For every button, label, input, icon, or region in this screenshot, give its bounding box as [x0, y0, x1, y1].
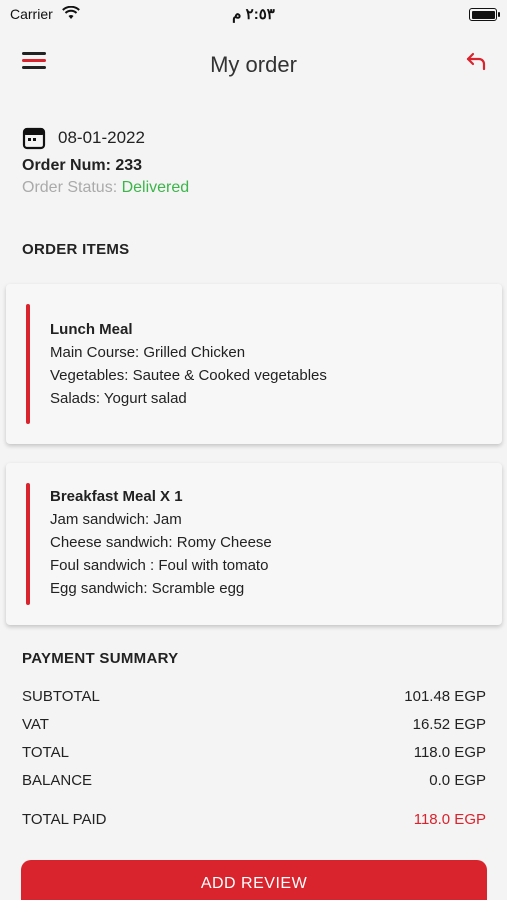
battery-icon [469, 8, 500, 21]
order-items-title: ORDER ITEMS [22, 241, 130, 258]
total-paid-value: 118.0 EGP [413, 811, 486, 828]
item-line: Salads: Yogurt salad [50, 390, 187, 407]
add-review-button[interactable]: ADD REVIEW [21, 860, 487, 900]
item-line: Foul sandwich : Foul with tomato [50, 557, 269, 574]
payment-value: 16.52 EGP [412, 716, 486, 733]
item-line: Jam sandwich: Jam [50, 511, 182, 528]
payment-label: TOTAL [22, 744, 69, 761]
item-accent-bar [26, 483, 30, 605]
item-line: Vegetables: Sautee & Cooked vegetables [50, 367, 327, 384]
item-content: Lunch Meal Main Course: Grilled Chicken … [50, 318, 327, 410]
payment-label: VAT [22, 716, 49, 733]
nav-bar: My order [0, 40, 507, 90]
status-bar: Carrier ٢:٥٣ م [0, 0, 507, 30]
payment-row-total: TOTAL 118.0 EGP [22, 744, 486, 761]
calendar-icon [22, 127, 46, 150]
payment-value: 0.0 EGP [429, 772, 486, 789]
page-title: My order [210, 52, 297, 77]
item-line: Main Course: Grilled Chicken [50, 344, 246, 361]
payment-row-total-paid: TOTAL PAID 118.0 EGP [22, 811, 486, 828]
payment-row-vat: VAT 16.52 EGP [22, 716, 486, 733]
payment-label: SUBTOTAL [22, 688, 100, 705]
order-date-row: 08-01-2022 [22, 125, 482, 151]
total-paid-label: TOTAL PAID [22, 811, 107, 828]
item-accent-bar [26, 304, 30, 424]
order-item-card: Lunch Meal Main Course: Grilled Chicken … [6, 284, 502, 444]
item-line: Egg sandwich: Scramble egg [50, 580, 245, 597]
order-status-value: Delivered [121, 179, 190, 196]
order-item-card: Breakfast Meal X 1 Jam sandwich: Jam Che… [6, 463, 502, 625]
item-name: Lunch Meal [50, 321, 133, 338]
payment-value: 101.48 EGP [404, 688, 486, 705]
item-content: Breakfast Meal X 1 Jam sandwich: Jam Che… [50, 485, 272, 600]
item-line: Cheese sandwich: Romy Cheese [50, 534, 272, 551]
payment-value: 118.0 EGP [413, 744, 486, 761]
status-time: ٢:٥٣ م [232, 6, 275, 23]
payment-row-balance: BALANCE 0.0 EGP [22, 772, 486, 789]
order-date: 08-01-2022 [58, 128, 145, 147]
payment-row-subtotal: SUBTOTAL 101.48 EGP [22, 688, 486, 705]
payment-label: BALANCE [22, 772, 93, 789]
order-status-label: Order Status: [22, 179, 122, 196]
payment-summary-title: PAYMENT SUMMARY [22, 650, 179, 667]
item-name: Breakfast Meal X 1 [50, 488, 183, 505]
order-status: Order Status: Delivered [22, 179, 482, 197]
order-number: Order Num: 233 [22, 157, 143, 174]
order-info: 08-01-2022 Order Num: 233 Order Status: … [22, 125, 482, 197]
back-arrow-icon[interactable] [465, 50, 487, 72]
